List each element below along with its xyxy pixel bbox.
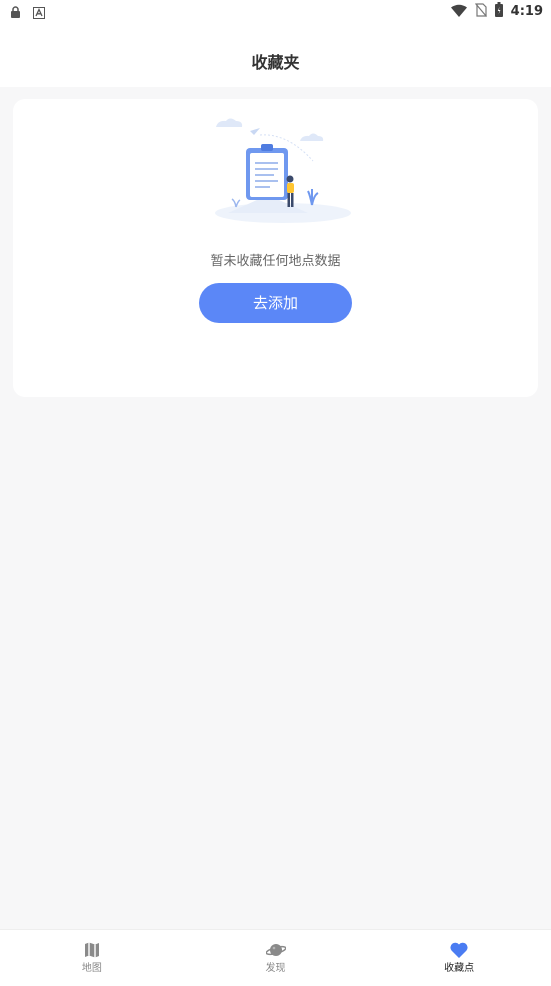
- tab-discover[interactable]: 发现: [184, 930, 368, 986]
- map-icon: [82, 941, 102, 959]
- empty-message: 暂未收藏任何地点数据: [210, 254, 341, 269]
- app-notification-icon: [33, 4, 45, 23]
- wifi-icon: [450, 2, 467, 21]
- tab-favorites[interactable]: 收藏点: [367, 930, 551, 986]
- clipboard-person-illustration: [208, 113, 358, 225]
- tab-label-map: 地图: [81, 963, 102, 974]
- empty-state-card: 暂未收藏任何地点数据 去添加: [13, 99, 538, 397]
- no-sim-icon: [474, 2, 487, 21]
- tab-label-favorites: 收藏点: [444, 963, 475, 974]
- tab-map[interactable]: 地图: [0, 930, 184, 986]
- add-button[interactable]: 去添加: [199, 283, 352, 323]
- planet-icon: [265, 941, 286, 959]
- status-bar: 4:19: [0, 0, 551, 24]
- header: 收藏夹: [0, 24, 551, 87]
- status-time: 4:19: [510, 4, 543, 19]
- battery-icon: [494, 2, 503, 21]
- bottom-tab-bar: 地图 发现 收藏点: [0, 929, 551, 986]
- tab-label-discover: 发现: [265, 963, 286, 974]
- page-title: 收藏夹: [251, 53, 300, 72]
- lock-icon: [10, 4, 21, 23]
- heart-icon: [449, 941, 469, 959]
